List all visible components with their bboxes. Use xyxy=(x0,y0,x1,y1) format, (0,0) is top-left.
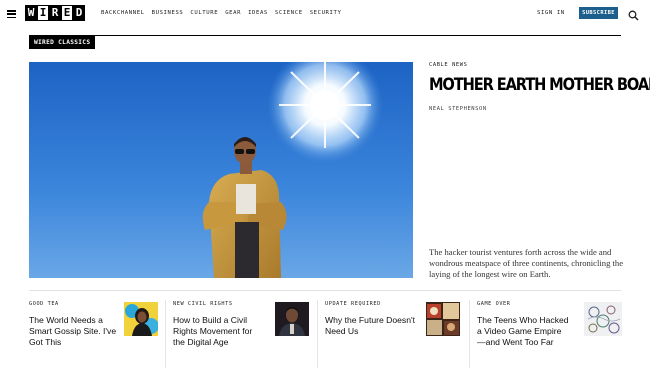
story-title[interactable]: Why the Future Doesn't Need Us xyxy=(325,315,417,337)
nav-link-ideas[interactable]: Ideas xyxy=(248,10,268,16)
story-thumbnail[interactable] xyxy=(124,302,158,336)
sign-in-link[interactable]: SIGN IN xyxy=(537,10,565,16)
story-divider xyxy=(165,300,166,368)
story-title[interactable]: The World Needs a Smart Gossip Site. I'v… xyxy=(29,315,121,348)
story-kicker: UPDATE REQUIRED xyxy=(325,301,381,307)
hero-kicker[interactable]: CABLE NEWS xyxy=(429,62,467,68)
nav-link-business[interactable]: Business xyxy=(152,10,184,16)
subscribe-button[interactable]: SUBSCRIBE xyxy=(579,7,618,19)
top-navigation: W I R E D Backchannel Business Culture G… xyxy=(0,0,650,28)
logo-letter: I xyxy=(37,5,49,21)
section-rule xyxy=(29,35,621,36)
story-card[interactable]: NEW CIVIL RIGHTS How to Build a Civil Ri… xyxy=(173,300,309,370)
story-kicker: GOOD TEA xyxy=(29,301,59,307)
nav-link-backchannel[interactable]: Backchannel xyxy=(101,10,145,16)
nav-link-science[interactable]: Science xyxy=(275,10,303,16)
section-label: WIRED CLASSICS xyxy=(29,36,96,49)
story-card[interactable]: UPDATE REQUIRED Why the Future Doesn't N… xyxy=(325,300,463,370)
wired-logo[interactable]: W I R E D xyxy=(25,5,85,21)
nav-link-security[interactable]: Security xyxy=(310,10,342,16)
logo-letter: W xyxy=(25,5,37,21)
story-title[interactable]: How to Build a Civil Rights Movement for… xyxy=(173,315,265,348)
hero-title[interactable]: MOTHER EARTH MOTHER BOARD xyxy=(429,74,650,96)
story-kicker: NEW CIVIL RIGHTS xyxy=(173,301,233,307)
logo-letter: R xyxy=(49,5,61,21)
story-thumbnail[interactable] xyxy=(426,302,460,336)
logo-letter: D xyxy=(73,5,85,21)
story-title[interactable]: The Teens Who Hacked a Video Game Empire… xyxy=(477,315,569,348)
hero-author[interactable]: NEAL STEPHENSON xyxy=(429,106,487,112)
search-icon[interactable] xyxy=(628,8,639,21)
nav-link-gear[interactable]: Gear xyxy=(225,10,241,16)
logo-letter: E xyxy=(61,5,73,21)
story-kicker: GAME OVER xyxy=(477,301,511,307)
story-thumbnail[interactable] xyxy=(584,302,622,336)
story-divider xyxy=(317,300,318,368)
nav-link-culture[interactable]: Culture xyxy=(190,10,218,16)
hero-dek: The hacker tourist ventures forth across… xyxy=(429,247,624,279)
menu-icon[interactable] xyxy=(7,10,16,19)
hero-image[interactable] xyxy=(29,62,413,278)
story-thumbnail[interactable] xyxy=(275,302,309,336)
stories-rule xyxy=(29,290,621,291)
story-card[interactable]: GOOD TEA The World Needs a Smart Gossip … xyxy=(29,300,159,370)
story-divider xyxy=(469,300,470,368)
story-card[interactable]: GAME OVER The Teens Who Hacked a Video G… xyxy=(477,300,623,370)
section-nav: Backchannel Business Culture Gear Ideas … xyxy=(101,10,341,16)
